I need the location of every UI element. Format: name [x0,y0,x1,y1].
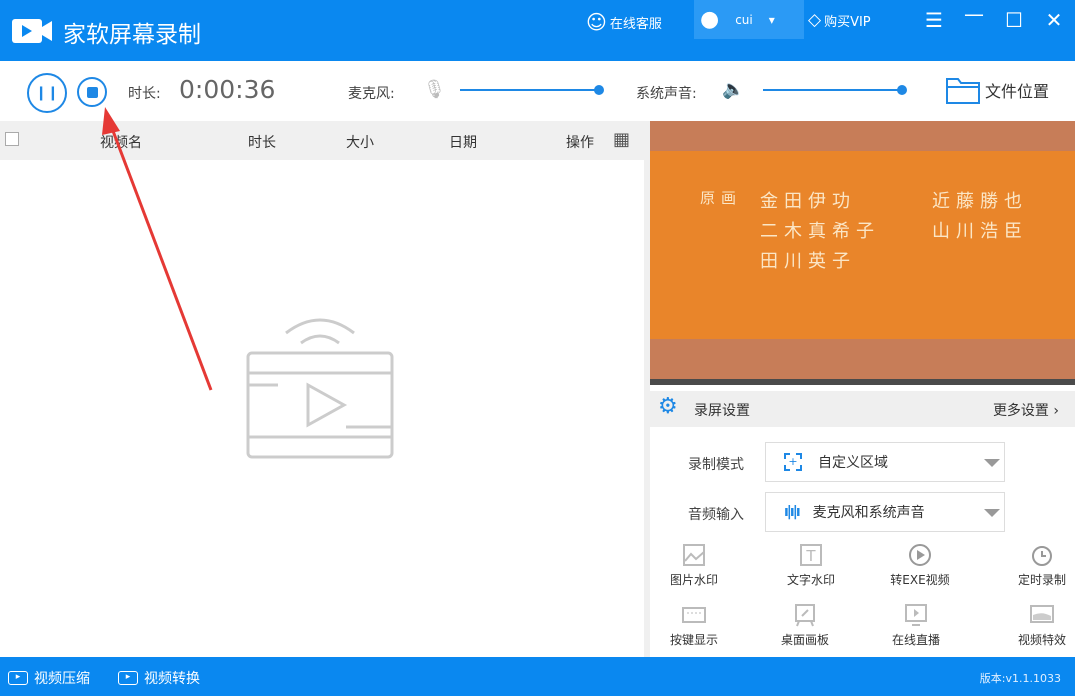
more-settings-link[interactable]: 更多设置 › [993,400,1059,420]
keyboard-icon [682,607,706,623]
video-effects-icon [1030,605,1054,623]
grid-view-icon[interactable]: ▦ [613,129,630,150]
pause-icon: ❙❙ [35,85,59,101]
credit-text: 原画 [700,189,743,207]
chevron-down-icon: ▾ [768,12,775,27]
stop-button[interactable] [77,77,107,107]
credit-text: 近藤勝也 [932,191,1028,212]
system-volume-slider[interactable] [763,85,907,95]
file-location-button[interactable]: 文件位置 [945,75,1049,105]
video-camera-icon: ▸ [118,671,138,685]
version-label: 版本:v1.1.1033 [979,672,1061,685]
credit-text: 二木真希子 [760,221,880,242]
image-watermark-button[interactable]: 图片水印 [654,543,734,588]
online-support-button[interactable]: ☺ 在线客服 [586,10,662,34]
select-all-checkbox[interactable] [5,132,19,146]
maximize-button[interactable]: ☐ [1001,8,1027,32]
duration-label: 时长: [128,86,161,102]
buy-vip-button[interactable]: ◇ 购买VIP [808,10,871,30]
column-date[interactable]: 日期 [449,132,477,152]
audio-input-label: 音频输入 [688,507,744,523]
text-watermark-button[interactable]: T 文字水印 [771,543,851,588]
audio-input-select[interactable]: ı|ı|ı 麦克风和系统声音 [765,492,1005,532]
live-stream-button[interactable]: 在线直播 [876,603,956,648]
avatar: ● [700,7,720,32]
mic-label: 麦克风: [348,86,395,102]
record-mode-label: 录制模式 [688,457,744,473]
user-menu[interactable]: ● cui ▾ [694,0,804,39]
footer-bar: ▸ 视频压缩 ▸ 视频转换 版本:v1.1.1033 [0,657,1075,696]
key-display-button[interactable]: 按键显示 [654,603,734,648]
app-title: 家软屏幕录制 [63,22,201,48]
column-size[interactable]: 大小 [346,132,374,152]
preview-top-decoration [650,121,1075,151]
video-convert-button[interactable]: ▸ 视频转换 [118,668,200,688]
preview-area: 原画 金田伊功 近藤勝也 二木真希子 山川浩臣 田川英子 [650,121,1075,385]
svg-text:T: T [805,547,816,565]
menu-icon[interactable]: ☰ [921,8,947,32]
column-actions: 操作 [566,135,594,151]
credit-text: 山川浩臣 [932,221,1028,242]
image-icon [683,544,705,566]
column-duration[interactable]: 时长 [248,132,276,152]
speaker-icon: 🔈 [722,79,745,100]
chevron-down-icon [984,459,1000,467]
audio-wave-icon: ı|ı|ı [784,504,801,520]
minimize-button[interactable]: — [961,2,987,26]
video-compress-button[interactable]: ▸ 视频压缩 [8,668,90,688]
support-icon: ☺ [586,10,607,34]
close-button[interactable]: ✕ [1041,8,1067,32]
text-icon: T [800,544,822,566]
region-icon: + [784,453,802,471]
empty-video-icon [246,318,394,459]
credit-text: 田川英子 [760,251,856,272]
preview-bottom-decoration [650,339,1075,379]
chevron-down-icon [984,509,1000,517]
credit-text: 金田伊功 [760,191,856,212]
monitor-play-icon [905,604,927,626]
chevron-right-icon: › [1053,403,1059,419]
diamond-icon: ◇ [808,10,822,30]
desktop-board-button[interactable]: 桌面画板 [765,603,845,648]
mic-volume-slider[interactable] [460,85,604,95]
duration-value: 0:00:36 [179,75,276,104]
convert-exe-button[interactable]: 转EXE视频 [880,543,960,588]
annotation-arrow [102,107,213,391]
stop-icon [86,86,98,98]
app-logo-icon [12,19,52,43]
drawing-board-icon [795,604,815,627]
title-bar: 家软屏幕录制 ☺ 在线客服 ● cui ▾ ◇ 购买VIP ☰ — ☐ ✕ [0,0,1075,61]
folder-icon [946,78,980,104]
video-effects-button[interactable]: 视频特效 [1002,603,1075,648]
alarm-clock-icon [1032,546,1052,566]
record-settings-header: ⚙ 录屏设置 更多设置 › [650,391,1075,427]
table-header: 视频名 时长 大小 日期 操作 ▦ [0,121,644,160]
scheduled-record-button[interactable]: 定时录制 [1002,543,1075,588]
system-sound-label: 系统声音: [636,86,697,102]
pause-button[interactable]: ❙❙ [27,73,67,113]
gear-icon: ⚙ [658,394,678,419]
video-camera-icon: ▸ [8,671,28,685]
record-mode-select[interactable]: + 自定义区域 [765,442,1005,482]
settings-title: 录屏设置 [694,403,750,419]
microphone-icon: 🎙 [423,79,446,100]
convert-play-icon [909,544,931,566]
